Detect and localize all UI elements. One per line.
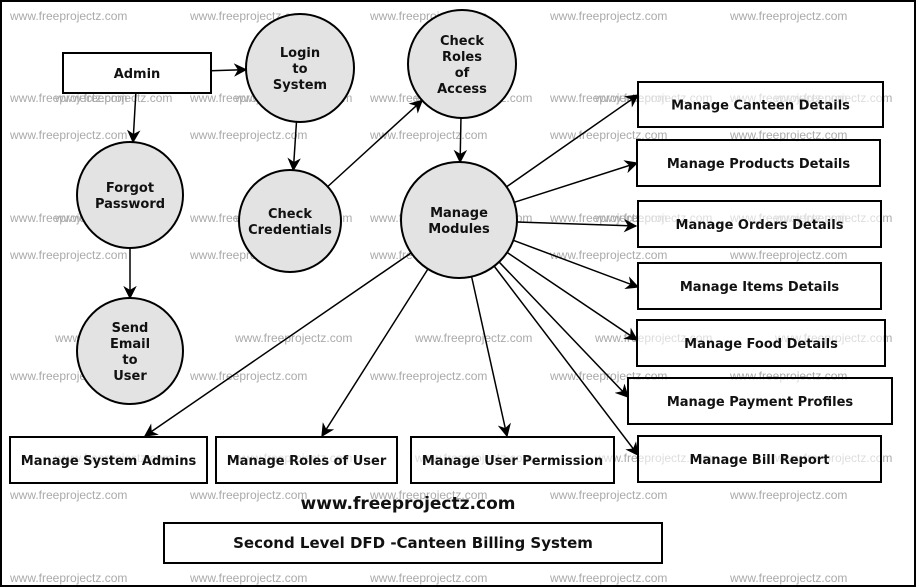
- entity-products[interactable]: Manage Products Details: [636, 139, 881, 187]
- entity-label: Manage Canteen Details: [671, 99, 850, 114]
- process-modules[interactable]: ManageModules: [400, 161, 518, 279]
- entity-orders[interactable]: Manage Orders Details: [637, 200, 882, 248]
- website-text: www.freeprojectz.com: [301, 494, 516, 514]
- entity-label: Manage System Admins: [21, 454, 197, 469]
- watermark-text: www.freeprojectz.com: [549, 571, 667, 585]
- entity-label: Manage Bill Report: [690, 453, 830, 468]
- process-label-line: Access: [437, 82, 487, 97]
- entity-label: Manage Roles of User: [227, 454, 387, 469]
- process-label-line: Roles: [442, 50, 482, 65]
- process-label-line: to: [292, 62, 307, 77]
- watermark-text: www.freeprojectz.com: [369, 128, 487, 142]
- watermark-text: www.freeprojectz.com: [189, 128, 307, 142]
- process-label-line: User: [113, 369, 147, 384]
- process-label-line: Modules: [428, 222, 490, 237]
- watermark-text: www.freeprojectz.com: [729, 248, 847, 262]
- flow-checkcred-to-checkroles: [327, 99, 424, 188]
- watermark-text: www.freeprojectz.com: [729, 571, 847, 585]
- entity-label: Manage Items Details: [680, 280, 840, 295]
- watermark-text: www.freeprojectz.com: [369, 369, 487, 383]
- watermark-text: www.freeprojectz.com: [9, 488, 127, 502]
- process-label-line: Credentials: [248, 223, 332, 238]
- diagram-title: Second Level DFD -Canteen Billing System: [233, 534, 593, 552]
- flow-admin-to-login: [210, 63, 248, 77]
- flow-modules-to-bill: [493, 265, 639, 457]
- entity-roles[interactable]: Manage Roles of User: [215, 436, 398, 484]
- process-label-line: Password: [95, 197, 165, 212]
- entity-sysadmins[interactable]: Manage System Admins: [9, 436, 208, 484]
- entity-label: Manage Products Details: [667, 157, 851, 172]
- entity-label: Manage User Permission: [422, 454, 603, 469]
- watermark-text: www.freeprojectz.com: [549, 488, 667, 502]
- process-label-line: Manage: [430, 206, 488, 221]
- process-label-line: of: [455, 66, 470, 81]
- dfd-canvas: www.freeprojectz.com www.freeprojectz.com…: [9, 9, 893, 585]
- flow-checkroles-to-modules: [453, 117, 468, 164]
- entity-canteen[interactable]: Manage Canteen Details: [637, 81, 884, 128]
- watermark-text: www.freeprojectz.com: [189, 571, 307, 585]
- process-label-line: Login: [280, 46, 320, 61]
- process-sendemail[interactable]: SendEmailtoUser: [76, 297, 184, 405]
- flow-modules-to-roles: [321, 268, 429, 438]
- entity-items[interactable]: Manage Items Details: [637, 262, 882, 310]
- watermark-text: www.freeprojectz.com: [549, 9, 667, 23]
- watermark-text: www.freeprojectz.com: [369, 571, 487, 585]
- watermark-text: www.freeprojectz.com: [234, 331, 352, 345]
- flow-modules-to-sysadmins: [143, 252, 412, 437]
- watermark-text: www.freeprojectz.com: [189, 369, 307, 383]
- process-label-line: System: [273, 78, 327, 93]
- entity-payment[interactable]: Manage Payment Profiles: [627, 377, 893, 425]
- process-label-line: Forgot: [106, 181, 154, 196]
- entity-label: Manage Food Details: [684, 337, 838, 352]
- watermark-text: www.freeprojectz.com: [9, 571, 127, 585]
- watermark-text: www.freeprojectz.com: [9, 128, 127, 142]
- entity-food[interactable]: Manage Food Details: [636, 319, 886, 367]
- watermark-text: www.freeprojectz.com: [729, 488, 847, 502]
- node-layer: Admin Manage Canteen Details Manage Produc…: [9, 9, 893, 484]
- entity-bill[interactable]: Manage Bill Report: [637, 435, 882, 483]
- watermark-text: www.freeprojectz.com: [9, 9, 127, 23]
- flow-modules-to-food: [506, 251, 639, 341]
- process-label-line: to: [122, 353, 137, 368]
- process-forgot[interactable]: ForgotPassword: [76, 141, 184, 249]
- entity-admin[interactable]: Admin: [62, 52, 212, 94]
- entity-label: Admin: [114, 67, 161, 82]
- watermark-text: www.freeprojectz.com: [9, 248, 127, 262]
- process-label-line: Send: [112, 321, 149, 336]
- entity-perm[interactable]: Manage User Permission: [410, 436, 615, 484]
- entity-label: Manage Orders Details: [676, 218, 844, 233]
- process-checkcred[interactable]: CheckCredentials: [238, 169, 342, 273]
- watermark-text: www.freeprojectz.com: [729, 9, 847, 23]
- watermark-text: www.freeprojectz.com: [189, 488, 307, 502]
- entity-label: Manage Payment Profiles: [667, 395, 854, 410]
- process-label-line: Check: [268, 207, 312, 222]
- watermark-text: www.freeprojectz.com: [414, 331, 532, 345]
- process-label-line: Email: [110, 337, 150, 352]
- process-checkroles[interactable]: CheckRolesofAccess: [407, 9, 517, 119]
- process-login[interactable]: LogintoSystem: [245, 13, 355, 123]
- flow-modules-to-perm: [470, 276, 511, 438]
- process-label-line: Check: [440, 34, 484, 49]
